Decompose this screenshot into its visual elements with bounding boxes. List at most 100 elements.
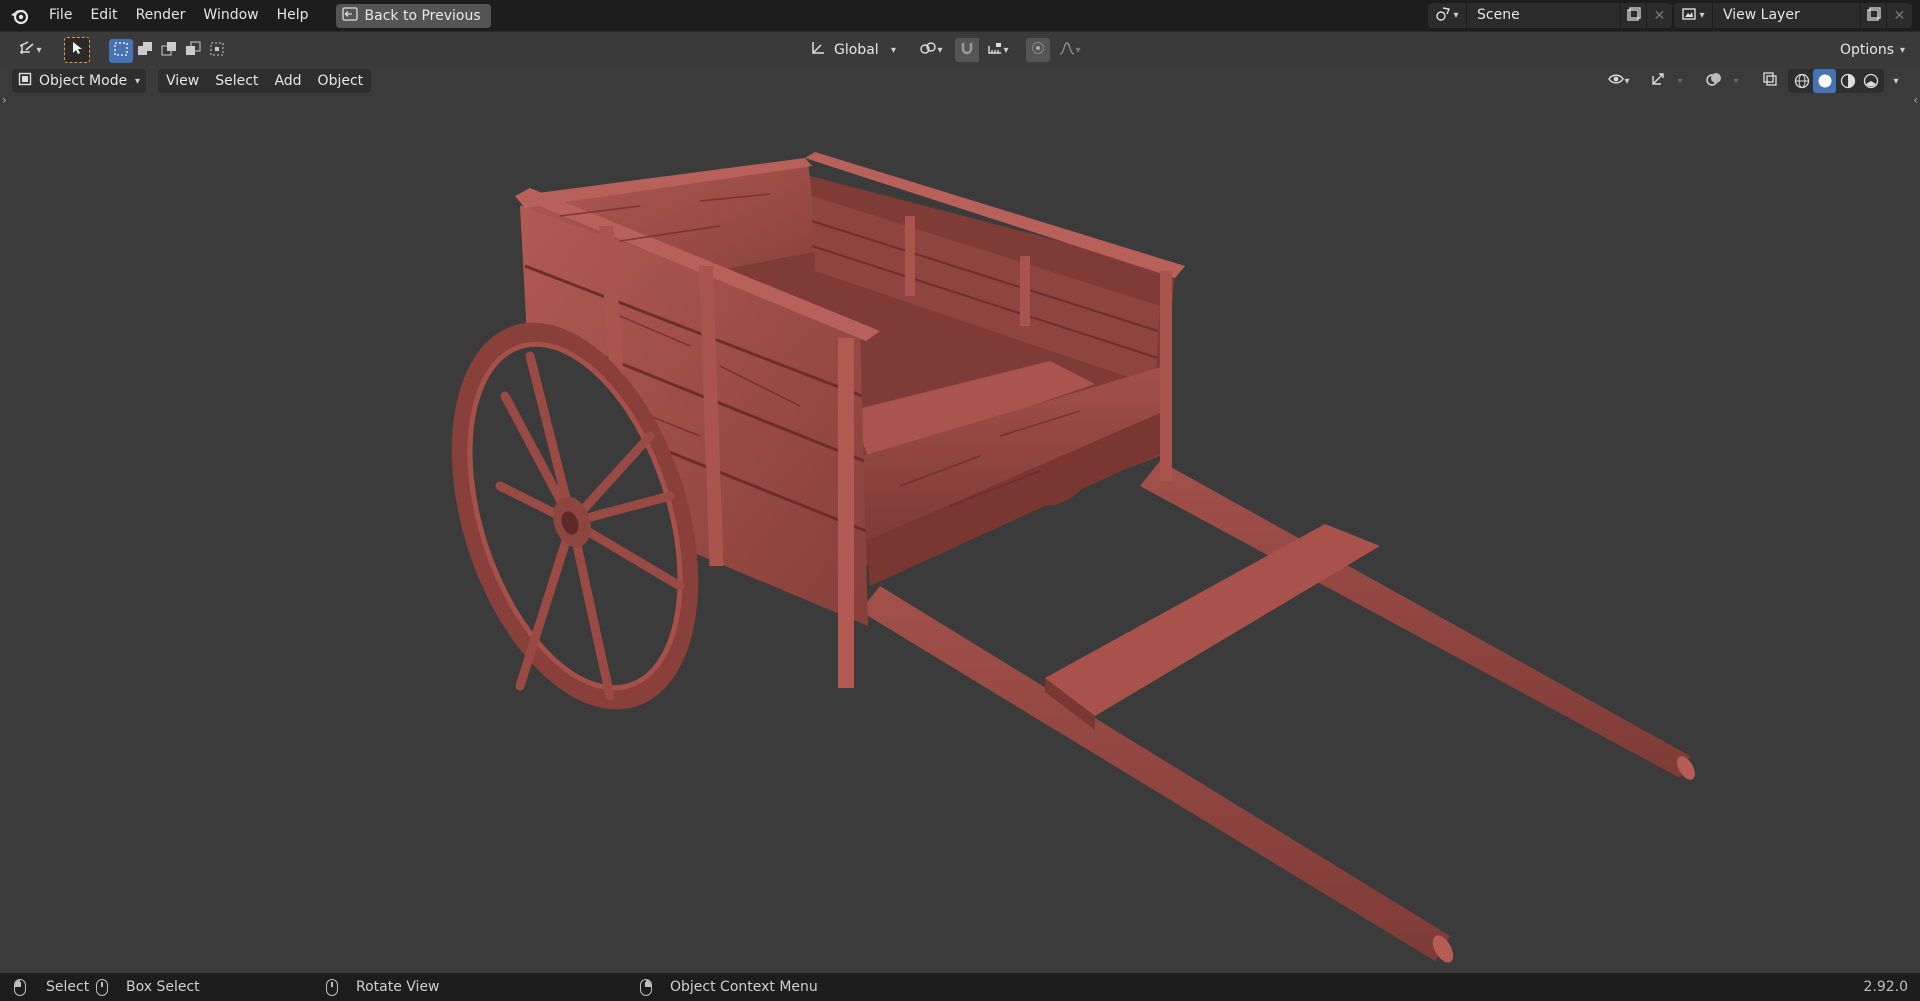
chevron-down-icon: ▾ — [1893, 75, 1899, 87]
select-tool-button[interactable] — [64, 37, 90, 63]
proportional-editing-toggle[interactable] — [1026, 38, 1050, 62]
falloff-curve-icon — [1059, 41, 1075, 59]
pivot-point-icon — [919, 40, 937, 60]
visibility-dropdown[interactable]: ▾ — [1600, 69, 1638, 93]
transform-orientation-dropdown[interactable]: Global ▾ — [804, 38, 902, 62]
scene-browse-button[interactable]: ▾ — [1428, 3, 1466, 28]
view-layer-selector: ▾ View Layer ✕ — [1674, 3, 1912, 28]
chevron-down-icon: ▾ — [1900, 44, 1906, 56]
select-mode-extend-button[interactable] — [133, 39, 157, 63]
rendered-shading-icon[interactable] — [1859, 69, 1882, 93]
chevron-down-icon: ▾ — [937, 44, 943, 56]
select-intersect-icon — [209, 41, 225, 61]
status-box-select-label: Box Select — [126, 979, 200, 995]
mouse-left-icon — [14, 978, 26, 996]
shading-mode-group — [1788, 69, 1884, 93]
menu-render[interactable]: Render — [127, 0, 195, 31]
select-difference-icon — [185, 41, 201, 61]
cart-model[interactable] — [0, 66, 1920, 973]
chevron-down-icon: ▾ — [134, 75, 140, 87]
select-extend-icon — [137, 41, 153, 61]
menu-add[interactable]: Add — [266, 73, 309, 89]
snap-toggle-button[interactable] — [955, 38, 979, 62]
chevron-down-icon: ▾ — [1075, 44, 1081, 56]
xray-icon — [1762, 71, 1778, 91]
chevron-down-icon: ▾ — [1699, 10, 1705, 21]
chevron-down-icon: ▾ — [36, 44, 42, 56]
shading-dropdown[interactable]: ▾ — [1886, 69, 1906, 93]
menu-edit[interactable]: Edit — [81, 0, 126, 31]
3d-viewport[interactable]: › ‹ — [0, 66, 1920, 973]
status-select-hint: Select — [14, 973, 89, 1001]
viewport-header: Object Mode ▾ View Select Add Object ▾ ▾… — [0, 66, 1920, 96]
status-rotate-label: Rotate View — [356, 979, 440, 995]
pivot-point-dropdown[interactable]: ▾ — [914, 38, 948, 62]
chevron-down-icon: ▾ — [1453, 10, 1459, 21]
mouse-middle-icon — [326, 978, 338, 996]
blender-logo-icon[interactable] — [0, 0, 40, 31]
options-dropdown[interactable]: Options ▾ — [1832, 38, 1914, 62]
solid-shading-icon[interactable] — [1813, 69, 1836, 93]
chevron-down-icon: ▾ — [1733, 75, 1739, 87]
scene-icon — [1435, 6, 1451, 26]
menu-select[interactable]: Select — [207, 73, 266, 89]
transform-orientation-label: Global — [834, 42, 879, 58]
editor-type-button[interactable]: ▾ — [12, 38, 48, 62]
proportional-dot-icon — [1031, 41, 1045, 59]
new-scene-button[interactable] — [1620, 3, 1646, 28]
viewport-menu-bar: View Select Add Object — [158, 69, 372, 93]
view-layer-browse-button[interactable]: ▾ — [1674, 3, 1712, 28]
overlays-icon — [1706, 71, 1722, 91]
menu-window[interactable]: Window — [194, 0, 267, 31]
status-box-select-hint: Box Select — [96, 973, 200, 1001]
object-mode-dropdown[interactable]: Object Mode ▾ — [12, 69, 146, 93]
select-mode-new-button[interactable] — [109, 39, 133, 63]
view-layer-name-field[interactable]: View Layer — [1712, 3, 1860, 28]
chevron-down-icon: ▾ — [1677, 75, 1683, 87]
close-icon: ✕ — [1893, 7, 1906, 24]
material-preview-icon[interactable] — [1836, 69, 1859, 93]
delete-scene-button[interactable]: ✕ — [1646, 3, 1672, 28]
snap-increment-icon — [987, 41, 1003, 59]
select-new-icon — [113, 41, 129, 61]
gizmo-arrows-icon — [1650, 71, 1666, 91]
status-bar: Select Box Select Rotate View Object Con… — [0, 973, 1920, 1001]
menu-view[interactable]: View — [158, 73, 207, 89]
new-view-layer-button[interactable] — [1860, 3, 1886, 28]
back-to-previous-label: Back to Previous — [364, 7, 481, 24]
menu-help[interactable]: Help — [268, 0, 318, 31]
object-mode-icon — [18, 72, 32, 90]
version-label: 2.92.0 — [1863, 979, 1908, 995]
overlays-dropdown[interactable]: ▾ — [1726, 69, 1746, 93]
menu-file[interactable]: File — [40, 0, 81, 31]
status-context-hint: Object Context Menu — [640, 973, 818, 1001]
back-to-previous-button[interactable]: Back to Previous — [335, 3, 491, 28]
chevron-down-icon: ▾ — [890, 44, 896, 56]
options-label: Options — [1840, 42, 1895, 58]
magnet-icon — [960, 41, 974, 59]
duplicate-icon — [1626, 6, 1641, 25]
select-mode-difference-button[interactable] — [181, 39, 205, 63]
eye-icon — [1608, 73, 1625, 89]
menu-object[interactable]: Object — [310, 73, 372, 89]
tool-header: ▾ Global ▾ ▾ ▾ ▾ Options ▾ — [0, 31, 1920, 67]
status-rotate-hint: Rotate View — [326, 973, 440, 1001]
select-mode-intersect-button[interactable] — [205, 39, 229, 63]
proportional-falloff-dropdown[interactable]: ▾ — [1052, 38, 1088, 62]
snap-target-dropdown[interactable]: ▾ — [979, 38, 1017, 62]
scene-selector: ▾ Scene ✕ — [1428, 3, 1672, 28]
status-select-label: Select — [46, 979, 90, 995]
xray-toggle[interactable] — [1758, 69, 1782, 93]
gizmo-toggle[interactable] — [1646, 69, 1670, 93]
object-mode-label: Object Mode — [39, 73, 128, 89]
wireframe-shading-icon[interactable] — [1790, 69, 1813, 93]
scene-name-field[interactable]: Scene — [1466, 3, 1620, 28]
status-context-label: Object Context Menu — [670, 979, 818, 995]
select-mode-subtract-button[interactable] — [157, 39, 181, 63]
orientation-axes-icon — [810, 40, 826, 60]
delete-view-layer-button[interactable]: ✕ — [1886, 3, 1912, 28]
close-icon: ✕ — [1653, 7, 1666, 24]
chevron-down-icon: ▾ — [1624, 75, 1630, 87]
overlays-toggle[interactable] — [1702, 69, 1726, 93]
gizmo-dropdown[interactable]: ▾ — [1670, 69, 1690, 93]
